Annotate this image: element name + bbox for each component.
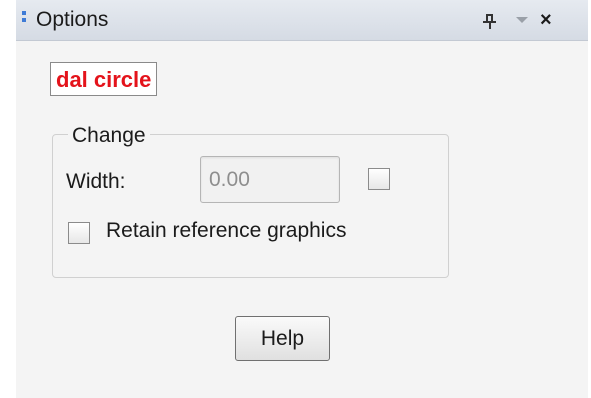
width-label: Width: — [66, 170, 126, 193]
retain-reference-graphics-checkbox[interactable] — [68, 222, 90, 244]
width-input[interactable] — [200, 156, 340, 203]
change-group-legend: Change — [68, 124, 150, 148]
dropdown-icon[interactable] — [516, 17, 528, 23]
close-icon[interactable]: × — [540, 8, 552, 32]
panel-titlebar[interactable]: Options × — [16, 0, 588, 41]
panel-title: Options — [36, 8, 109, 31]
retain-reference-graphics-label[interactable]: Retain reference graphics — [106, 219, 346, 243]
options-panel: Options × dal circle Change Width: Retai… — [16, 0, 588, 398]
pin-icon[interactable] — [482, 12, 498, 30]
mode-label: dal circle — [50, 62, 158, 96]
width-checkbox[interactable] — [368, 168, 390, 190]
help-button[interactable]: Help — [235, 316, 330, 361]
grip-icon[interactable] — [22, 11, 26, 29]
